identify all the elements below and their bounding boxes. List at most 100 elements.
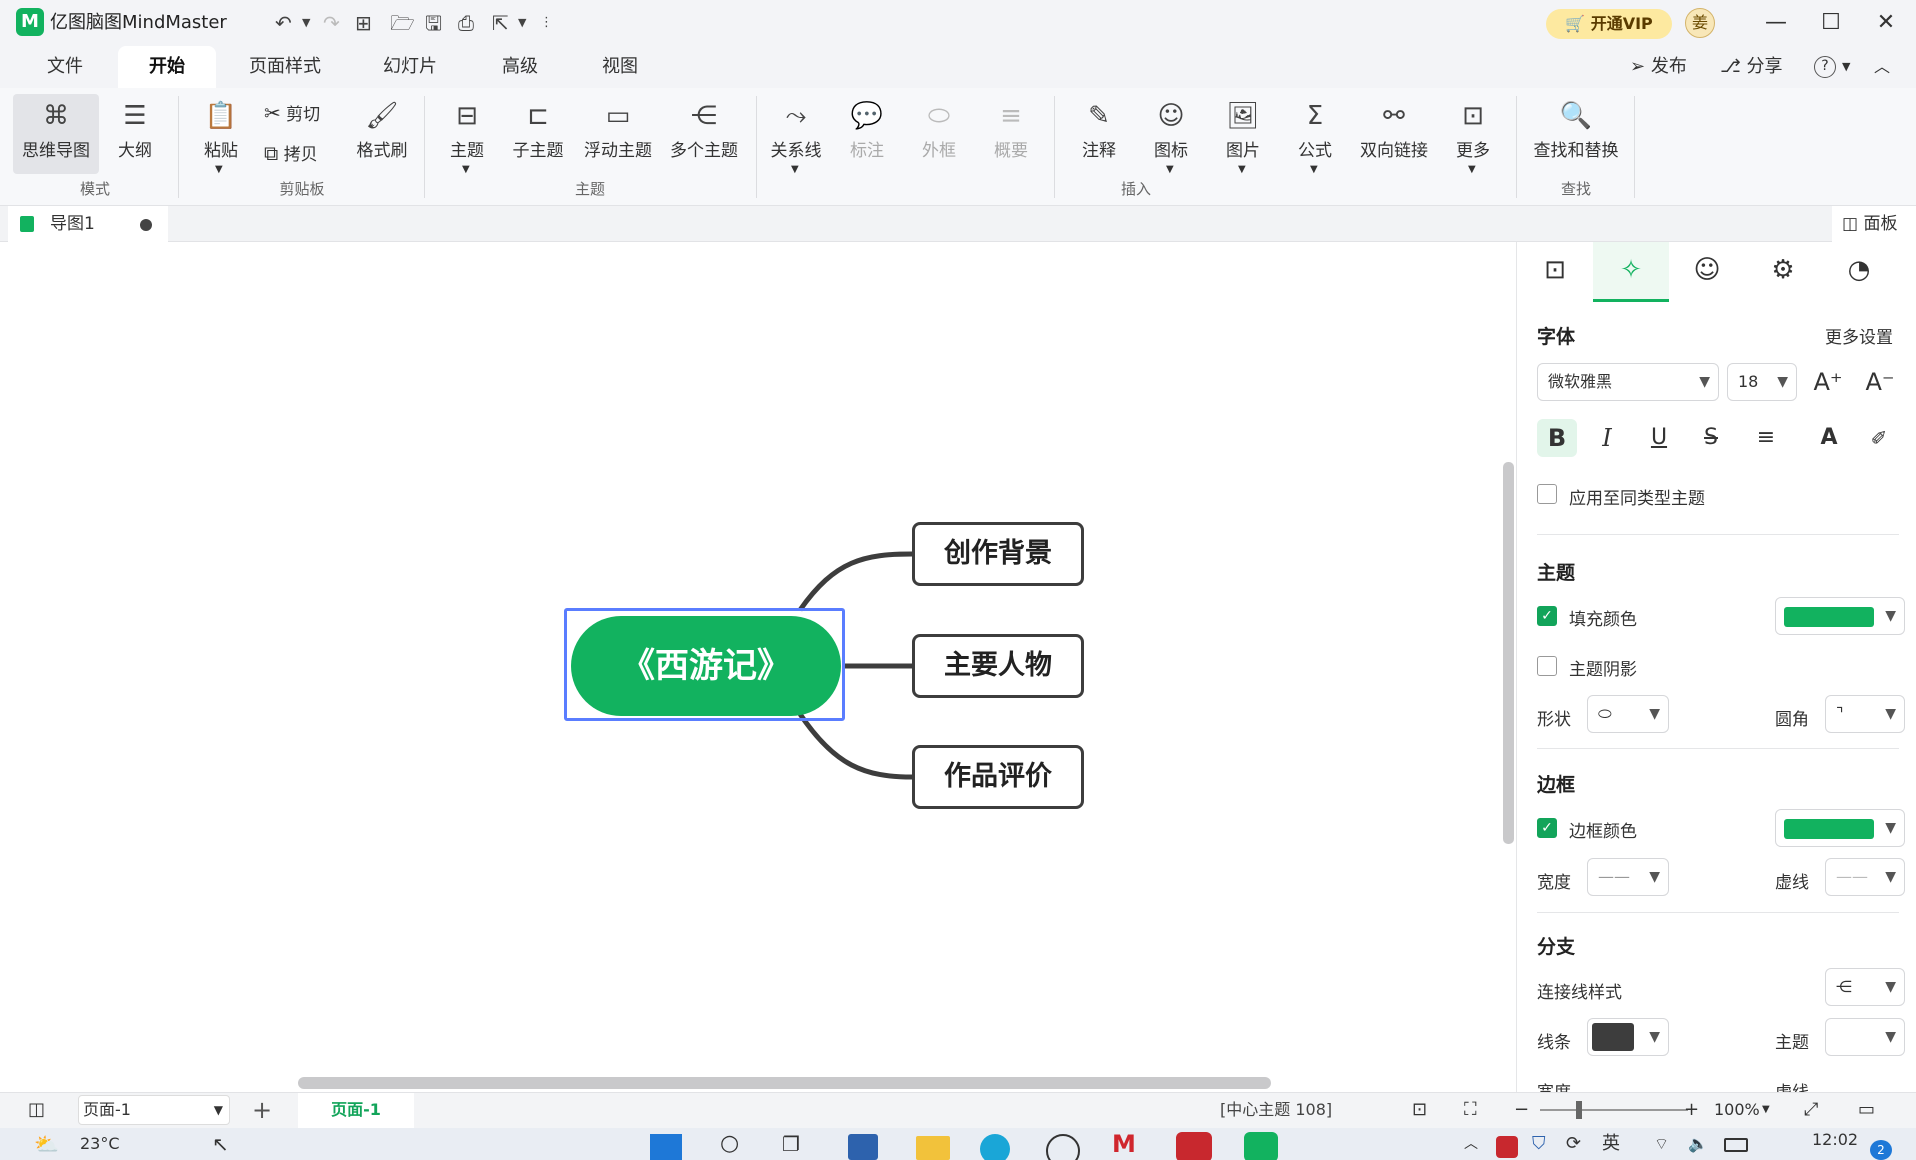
- relation-line-button[interactable]: ⤳ 关系线: [764, 96, 828, 161]
- underline-button[interactable]: U: [1643, 419, 1675, 457]
- toggle-panel-icon[interactable]: ▭: [1858, 1093, 1875, 1127]
- zoom-level[interactable]: 100%: [1714, 1093, 1760, 1127]
- more-insert-button[interactable]: ⊡ 更多: [1448, 96, 1498, 161]
- cut-button[interactable]: ✂ 剪切: [264, 100, 320, 125]
- undo-dropdown-icon[interactable]: ▼: [302, 0, 310, 46]
- horizontal-scrollbar[interactable]: [298, 1077, 1271, 1089]
- floating-topic-button[interactable]: ▭ 浮动主题: [578, 96, 658, 161]
- close-button[interactable]: ✕: [1858, 0, 1914, 46]
- page-select[interactable]: 页面-1 ▼: [78, 1095, 230, 1125]
- page-panel-icon[interactable]: ◫: [28, 1093, 45, 1127]
- search-icon[interactable]: ○: [720, 1128, 739, 1160]
- new-file-icon[interactable]: ⊞: [355, 0, 372, 46]
- start-windows-icon[interactable]: [650, 1134, 682, 1160]
- vip-button[interactable]: 🛒 开通VIP: [1546, 9, 1672, 39]
- more-dropdown-icon[interactable]: ▼: [1468, 164, 1476, 175]
- settings-gear-icon[interactable]: ⚙: [1768, 255, 1798, 285]
- mindmap-mode-button[interactable]: ⌘ 思维导图: [16, 96, 96, 161]
- security-app-icon[interactable]: [1176, 1132, 1212, 1160]
- battery-icon[interactable]: [1724, 1138, 1748, 1152]
- notification-badge[interactable]: 2: [1870, 1140, 1892, 1160]
- store-icon[interactable]: [848, 1134, 878, 1160]
- fullscreen-icon[interactable]: ⤢: [1804, 1093, 1818, 1127]
- minimize-button[interactable]: —: [1748, 0, 1804, 46]
- publish-button[interactable]: ➢ 发布: [1630, 46, 1687, 88]
- show-hidden-icons[interactable]: ︿: [1464, 1128, 1478, 1160]
- collapse-ribbon-icon[interactable]: ︿: [1874, 46, 1890, 88]
- subtopic-button[interactable]: ⊏ 子主题: [508, 96, 568, 161]
- tab-slides[interactable]: 幻灯片: [365, 46, 455, 88]
- page-tab-active[interactable]: 页面-1: [298, 1093, 414, 1128]
- wifi-icon[interactable]: ⌔: [1654, 1128, 1669, 1160]
- connector-style-select[interactable]: ⋲ ▼: [1825, 968, 1905, 1006]
- tab-view[interactable]: 视图: [585, 46, 655, 88]
- bold-button[interactable]: B: [1537, 419, 1577, 457]
- format-painter-button[interactable]: 🖌 格式刷: [350, 96, 414, 161]
- more-settings-link[interactable]: 更多设置: [1825, 323, 1893, 348]
- doc-tab-mindmap1[interactable]: 导图1: [8, 206, 168, 242]
- tab-file[interactable]: 文件: [30, 46, 100, 88]
- share-button[interactable]: ⎇ 分享: [1720, 46, 1782, 88]
- branch-topic[interactable]: 主要人物: [912, 634, 1084, 698]
- border-dash-select[interactable]: —— ▼: [1825, 858, 1905, 896]
- save-icon[interactable]: 🖫: [425, 0, 442, 46]
- bilink-button[interactable]: ⚯ 双向链接: [1354, 96, 1434, 161]
- avatar[interactable]: 姜: [1685, 8, 1715, 38]
- highlight-button[interactable]: ✐: [1861, 419, 1897, 457]
- topic-shadow-checkbox[interactable]: [1537, 656, 1557, 676]
- vertical-scrollbar[interactable]: [1503, 462, 1514, 844]
- align-button[interactable]: ≡: [1745, 419, 1787, 457]
- zoom-slider-thumb[interactable]: [1576, 1101, 1582, 1119]
- export-icon[interactable]: ⇱: [492, 0, 509, 46]
- tab-home[interactable]: 开始: [118, 46, 216, 88]
- relation-dropdown-icon[interactable]: ▼: [791, 164, 799, 175]
- apply-same-type-checkbox[interactable]: [1537, 484, 1557, 504]
- border-width-select[interactable]: —— ▼: [1587, 858, 1669, 896]
- help-button[interactable]: ?: [1814, 56, 1836, 78]
- topic-button[interactable]: ⊟ 主题: [440, 96, 494, 161]
- fit-selection-icon[interactable]: ⛶: [1464, 1093, 1477, 1127]
- font-color-button[interactable]: A: [1811, 419, 1847, 457]
- icon-button[interactable]: ☺ 图标: [1146, 96, 1196, 161]
- branch-topic[interactable]: 作品评价: [912, 745, 1084, 809]
- icon-dropdown-icon[interactable]: ▼: [1166, 164, 1174, 175]
- file-explorer-icon[interactable]: [916, 1136, 950, 1160]
- weather-temp[interactable]: 23°C: [80, 1128, 120, 1160]
- fill-color-select[interactable]: ▼: [1775, 597, 1905, 635]
- input-language[interactable]: 英: [1602, 1128, 1620, 1160]
- volume-icon[interactable]: 🔈: [1688, 1128, 1708, 1160]
- find-replace-button[interactable]: 🔍 查找和替换: [1524, 96, 1628, 161]
- shield-icon[interactable]: ⛉: [1532, 1128, 1546, 1160]
- print-icon[interactable]: ⎙: [458, 0, 474, 46]
- formula-dropdown-icon[interactable]: ▼: [1310, 164, 1318, 175]
- increase-font-icon[interactable]: A⁺: [1809, 363, 1847, 401]
- mail-app-icon[interactable]: M: [1112, 1128, 1136, 1160]
- border-color-checkbox[interactable]: ✓: [1537, 818, 1557, 838]
- edge-browser-icon[interactable]: [980, 1134, 1010, 1160]
- tray-app-icon[interactable]: [1496, 1136, 1518, 1158]
- mindmaster-app-icon[interactable]: [1244, 1132, 1278, 1160]
- zoom-in-button[interactable]: +: [1684, 1093, 1699, 1127]
- paste-dropdown-icon[interactable]: ▼: [215, 164, 223, 175]
- fill-color-checkbox[interactable]: ✓: [1537, 606, 1557, 626]
- summary-button[interactable]: ≡ 概要: [986, 96, 1036, 161]
- dell-icon[interactable]: [1046, 1134, 1080, 1160]
- image-dropdown-icon[interactable]: ▼: [1238, 164, 1246, 175]
- clock-time[interactable]: 12:02: [1812, 1128, 1858, 1152]
- italic-button[interactable]: I: [1591, 419, 1623, 457]
- redo-icon[interactable]: ↷: [323, 0, 340, 46]
- image-button[interactable]: 🖼 图片: [1218, 96, 1268, 161]
- border-color-select[interactable]: ▼: [1775, 809, 1905, 847]
- copy-button[interactable]: ⧉ 拷贝: [264, 140, 318, 165]
- customize-toolbar-icon[interactable]: ⋮: [540, 0, 553, 46]
- weather-icon[interactable]: ⛅: [34, 1128, 59, 1160]
- zoom-out-button[interactable]: −: [1514, 1093, 1529, 1127]
- open-folder-icon[interactable]: 🗁: [390, 0, 415, 46]
- sparkle-style-icon[interactable]: ✧: [1616, 255, 1646, 285]
- panel-toggle-button[interactable]: ◫ 面板: [1832, 206, 1916, 242]
- topic-dropdown-icon[interactable]: ▼: [462, 164, 470, 175]
- task-view-icon[interactable]: ❐: [782, 1128, 800, 1160]
- zoom-slider[interactable]: [1540, 1101, 1688, 1119]
- font-size-select[interactable]: 18 ▼: [1727, 363, 1797, 401]
- multiple-topics-button[interactable]: ⋲ 多个主题: [664, 96, 744, 161]
